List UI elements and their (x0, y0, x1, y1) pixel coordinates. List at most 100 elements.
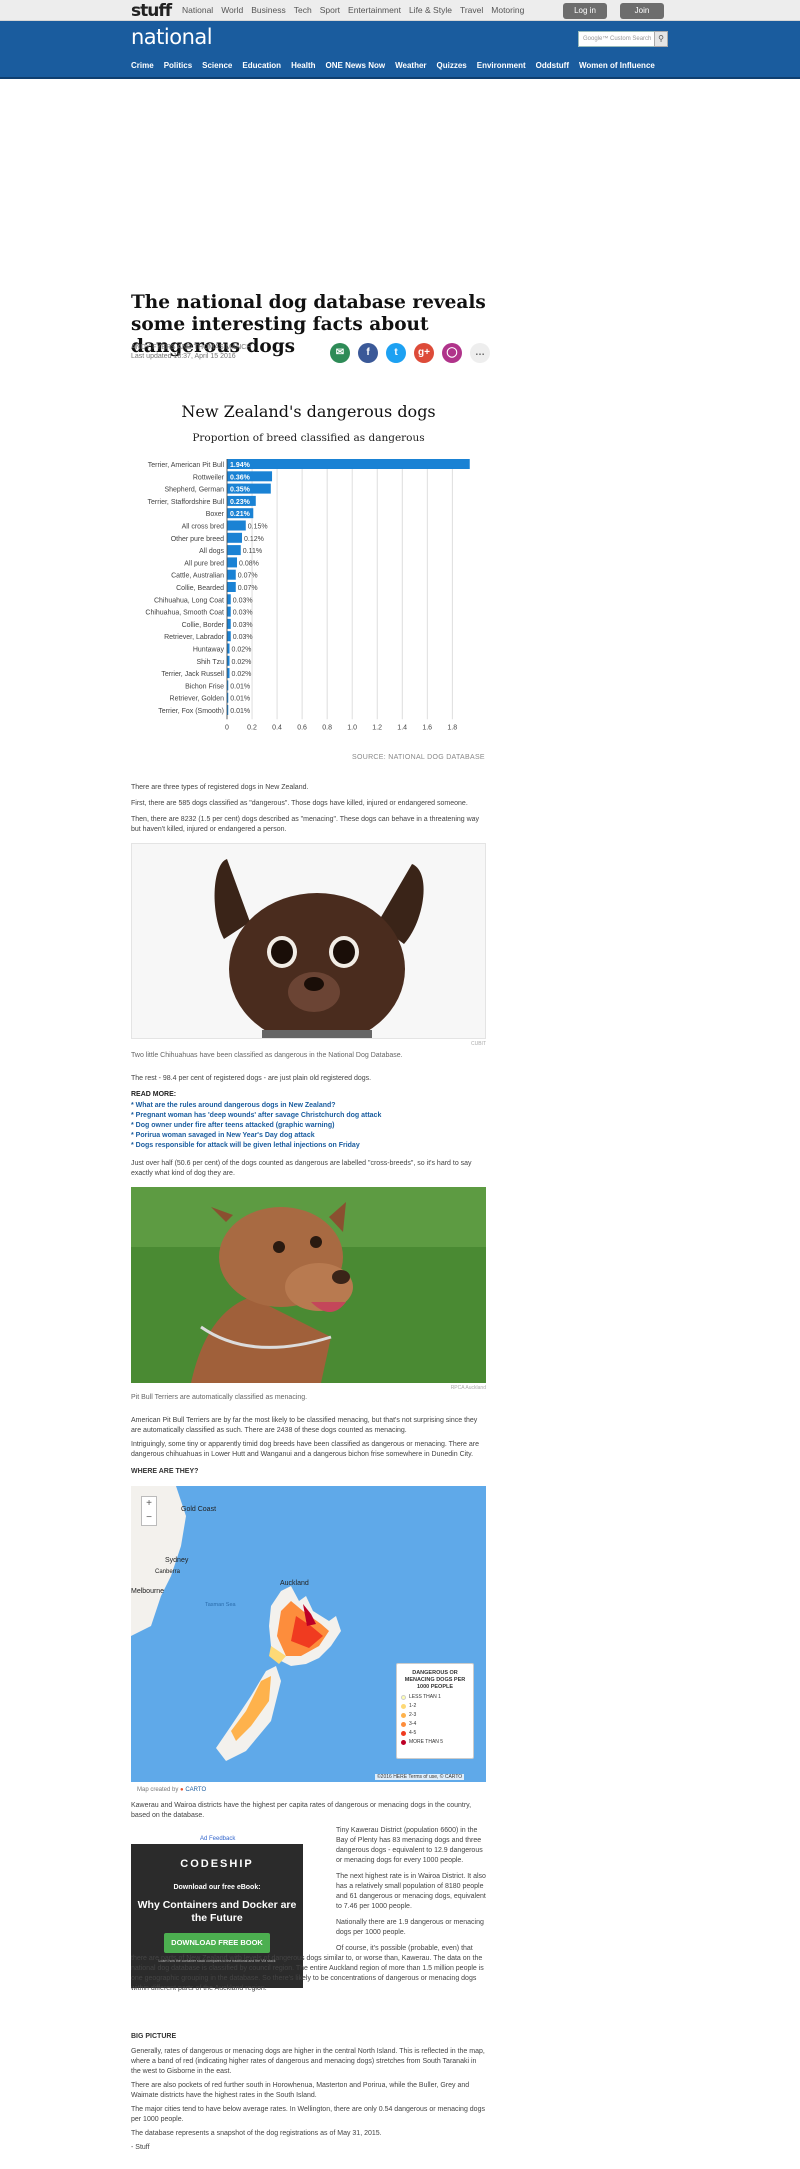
bar (227, 618, 231, 629)
read-more-link[interactable]: * Porirua woman savaged in New Year's Da… (131, 1131, 381, 1141)
x-tick-label: 1.2 (372, 724, 382, 731)
category-item[interactable]: Science (202, 61, 232, 70)
paragraph: Nationally there are 1.9 dangerous or me… (336, 1919, 484, 1936)
top-nav-item[interactable]: Entertainment (348, 5, 401, 15)
read-more-link[interactable]: * Dog owner under fire after teens attac… (131, 1121, 381, 1131)
stuff-logo[interactable]: stuff (131, 1, 172, 21)
category-item[interactable]: Politics (164, 61, 192, 70)
category-item[interactable]: Environment (477, 61, 526, 70)
photo-caption: Pit Bull Terriers are automatically clas… (131, 1394, 308, 1401)
category-label: Chihuahua, Smooth Coat (145, 610, 224, 617)
data-label: 0.03% (233, 597, 253, 604)
top-nav-item[interactable]: Life & Style (409, 5, 452, 15)
data-label: 0.02% (232, 671, 252, 678)
data-label: 0.01% (230, 696, 250, 703)
legend-swatch (401, 1721, 406, 1727)
category-item[interactable]: ONE News Now (326, 61, 386, 70)
chart-title: New Zealand's dangerous dogs (181, 402, 436, 421)
data-label: 0.03% (233, 634, 253, 641)
category-label: Collie, Border (182, 622, 225, 629)
read-more-link[interactable]: * What are the rules around dangerous do… (131, 1101, 381, 1111)
category-label: Huntaway (193, 647, 225, 654)
bar (227, 631, 231, 642)
category-item[interactable]: Education (242, 61, 281, 70)
x-tick-label: 1.6 (422, 724, 432, 731)
map-label: Tasman Sea (205, 1602, 236, 1608)
category-label: Chihuahua, Long Coat (154, 597, 224, 604)
ad-feedback-link[interactable]: Ad Feedback (200, 1836, 235, 1842)
top-nav-item[interactable]: Travel (460, 5, 483, 15)
legend-label: 2-3 (409, 1712, 417, 1718)
map-credit-label: Map created by (137, 1787, 179, 1793)
category-label: Terrier, Jack Russell (161, 671, 224, 678)
read-more-list: * What are the rules around dangerous do… (131, 1101, 381, 1151)
map-label: Gold Coast (181, 1506, 217, 1513)
paragraph: Just over half (50.6 per cent) of the do… (131, 1160, 472, 1177)
category-item[interactable]: Women of Influence (579, 61, 655, 70)
section-title[interactable]: national (131, 25, 213, 49)
data-label: 0.35% (230, 487, 251, 494)
data-label: 0.01% (230, 683, 250, 690)
carto-link[interactable]: CARTO (185, 1787, 206, 1793)
category-item[interactable]: Crime (131, 61, 154, 70)
twitter-icon[interactable]: t (386, 343, 406, 363)
category-label: Terrier, Fox (Smooth) (158, 708, 224, 715)
top-nav-item[interactable]: National (182, 5, 213, 15)
login-button[interactable]: Log in (563, 3, 607, 19)
legend-title: DANGEROUS OR MENACING DOGS PER 1000 PEOP… (404, 1670, 466, 1690)
data-label: 0.21% (230, 511, 251, 518)
category-label: Collie, Bearded (176, 585, 224, 592)
read-more-link[interactable]: * Dogs responsible for attack will be gi… (131, 1141, 381, 1151)
category-label: Shepherd, German (164, 487, 224, 494)
legend-swatch (401, 1712, 406, 1718)
map-label: Auckland (280, 1580, 309, 1587)
ad-line: Download our free eBook: (173, 1884, 261, 1891)
top-nav-item[interactable]: Motoring (491, 5, 524, 15)
updated-timestamp: Last updated 18:37, April 15 2016 (131, 353, 236, 360)
top-nav-item[interactable]: World (221, 5, 243, 15)
top-nav-item[interactable]: Tech (294, 5, 312, 15)
big-picture-heading: BIG PICTURE (131, 2033, 177, 2040)
search-input[interactable]: Google™ Custom Search (578, 31, 656, 47)
data-label: 0.23% (230, 499, 251, 506)
zoom-controls[interactable]: + − (141, 1496, 157, 1526)
paragraph: American Pit Bull Terriers are by far th… (131, 1417, 478, 1434)
category-label: Shih Tzu (197, 659, 225, 666)
pit-bull-photo (131, 1187, 486, 1383)
x-tick-label: 1.8 (447, 724, 457, 731)
join-button[interactable]: Join (620, 3, 664, 19)
facebook-icon[interactable]: f (358, 343, 378, 363)
legend-swatch (401, 1739, 406, 1745)
paragraph: First, there are 585 dogs classified as … (131, 800, 468, 807)
category-item[interactable]: Weather (395, 61, 426, 70)
read-more-link[interactable]: * Pregnant woman has 'deep wounds' after… (131, 1111, 381, 1121)
top-nav-item[interactable]: Business (251, 5, 286, 15)
category-item[interactable]: Quizzes (437, 61, 467, 70)
bar (227, 520, 246, 531)
paragraph: Then, there are 8232 (1.5 per cent) dogs… (131, 816, 480, 833)
photo-credit: CUBIT (471, 1041, 486, 1047)
category-item[interactable]: Oddstuff (536, 61, 569, 70)
x-tick-label: 0.4 (272, 724, 282, 731)
legend-swatch (401, 1703, 406, 1709)
email-icon[interactable]: ✉ (330, 343, 350, 363)
category-label: Terrier, Staffordshire Bull (147, 499, 224, 506)
google-plus-icon[interactable]: g+ (414, 343, 434, 363)
legend-label: LESS THAN 1 (409, 1694, 441, 1700)
legend-label: 1-2 (409, 1703, 417, 1709)
bar (227, 532, 243, 543)
breed-bar-chart: 0 0.2 0.4 0.6 0.8 1.0 1.2 1.4 1.6 1.8 Terrier, Ame… (145, 459, 470, 731)
where-heading: WHERE ARE THEY? (131, 1468, 199, 1475)
data-label: 0.01% (230, 708, 250, 715)
data-label: 0.03% (233, 622, 253, 629)
legend-label: 3-4 (409, 1721, 417, 1727)
category-item[interactable]: Health (291, 61, 315, 70)
search-icon[interactable]: ⚲ (654, 31, 668, 47)
messenger-icon[interactable]: ◯ (442, 343, 462, 363)
ad-brand: CODESHIP (180, 1858, 254, 1870)
map-attribution[interactable]: ©2016 HERE Terms of use, © CARTO (375, 1774, 465, 1780)
carto-logo-icon[interactable]: ● (180, 1787, 184, 1793)
more-icon[interactable]: … (470, 343, 490, 363)
paragraph: Intriguingly, some tiny or apparently ti… (131, 1441, 479, 1458)
top-nav-item[interactable]: Sport (320, 5, 340, 15)
